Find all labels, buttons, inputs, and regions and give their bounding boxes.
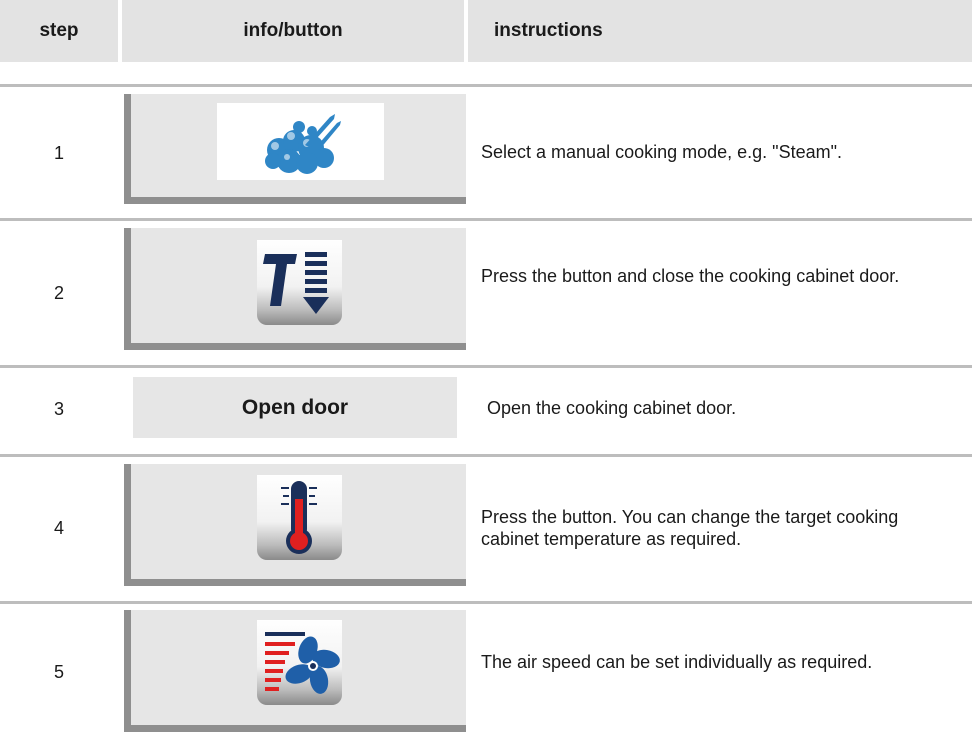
open-door-label: Open door <box>241 395 349 419</box>
button-panel <box>124 464 466 586</box>
row-separator <box>0 601 972 604</box>
panel-shadow <box>124 94 131 204</box>
header-step: step <box>0 0 118 62</box>
panel-shadow <box>124 610 131 732</box>
panel-shadow <box>124 228 131 350</box>
button-panel <box>124 94 466 204</box>
open-door-button[interactable]: Open door <box>133 377 457 438</box>
row-separator <box>0 84 972 87</box>
instruction-text: Open the cooking cabinet door. <box>487 398 737 418</box>
header-instructions: instructions <box>468 0 972 62</box>
row-separator <box>0 454 972 457</box>
header-info-button: info/button <box>122 0 464 62</box>
step-number: 2 <box>53 283 64 303</box>
fan-speed-icon[interactable] <box>257 620 342 705</box>
panel-shadow <box>124 725 466 732</box>
instruction-text: The air speed can be set individually as… <box>481 652 873 672</box>
button-panel <box>124 228 466 350</box>
steam-mode-icon[interactable] <box>217 103 384 180</box>
panel-shadow <box>124 464 131 586</box>
instruction-text: Press the button. You can change the tar… <box>481 507 899 549</box>
panel-shadow <box>124 579 466 586</box>
step-number: 1 <box>53 143 64 163</box>
preheat-temperature-down-icon[interactable] <box>257 240 342 325</box>
step-number: 5 <box>53 662 64 682</box>
panel-shadow <box>124 197 466 204</box>
panel-shadow <box>124 343 466 350</box>
row-separator <box>0 218 972 221</box>
thermometer-icon[interactable] <box>257 475 342 560</box>
step-number: 3 <box>53 399 64 419</box>
instruction-text: Press the button and close the cooking c… <box>481 266 900 286</box>
row-separator <box>0 365 972 368</box>
instruction-text: Select a manual cooking mode, e.g. "Stea… <box>481 142 842 162</box>
button-panel <box>124 610 466 732</box>
step-number: 4 <box>53 518 64 538</box>
